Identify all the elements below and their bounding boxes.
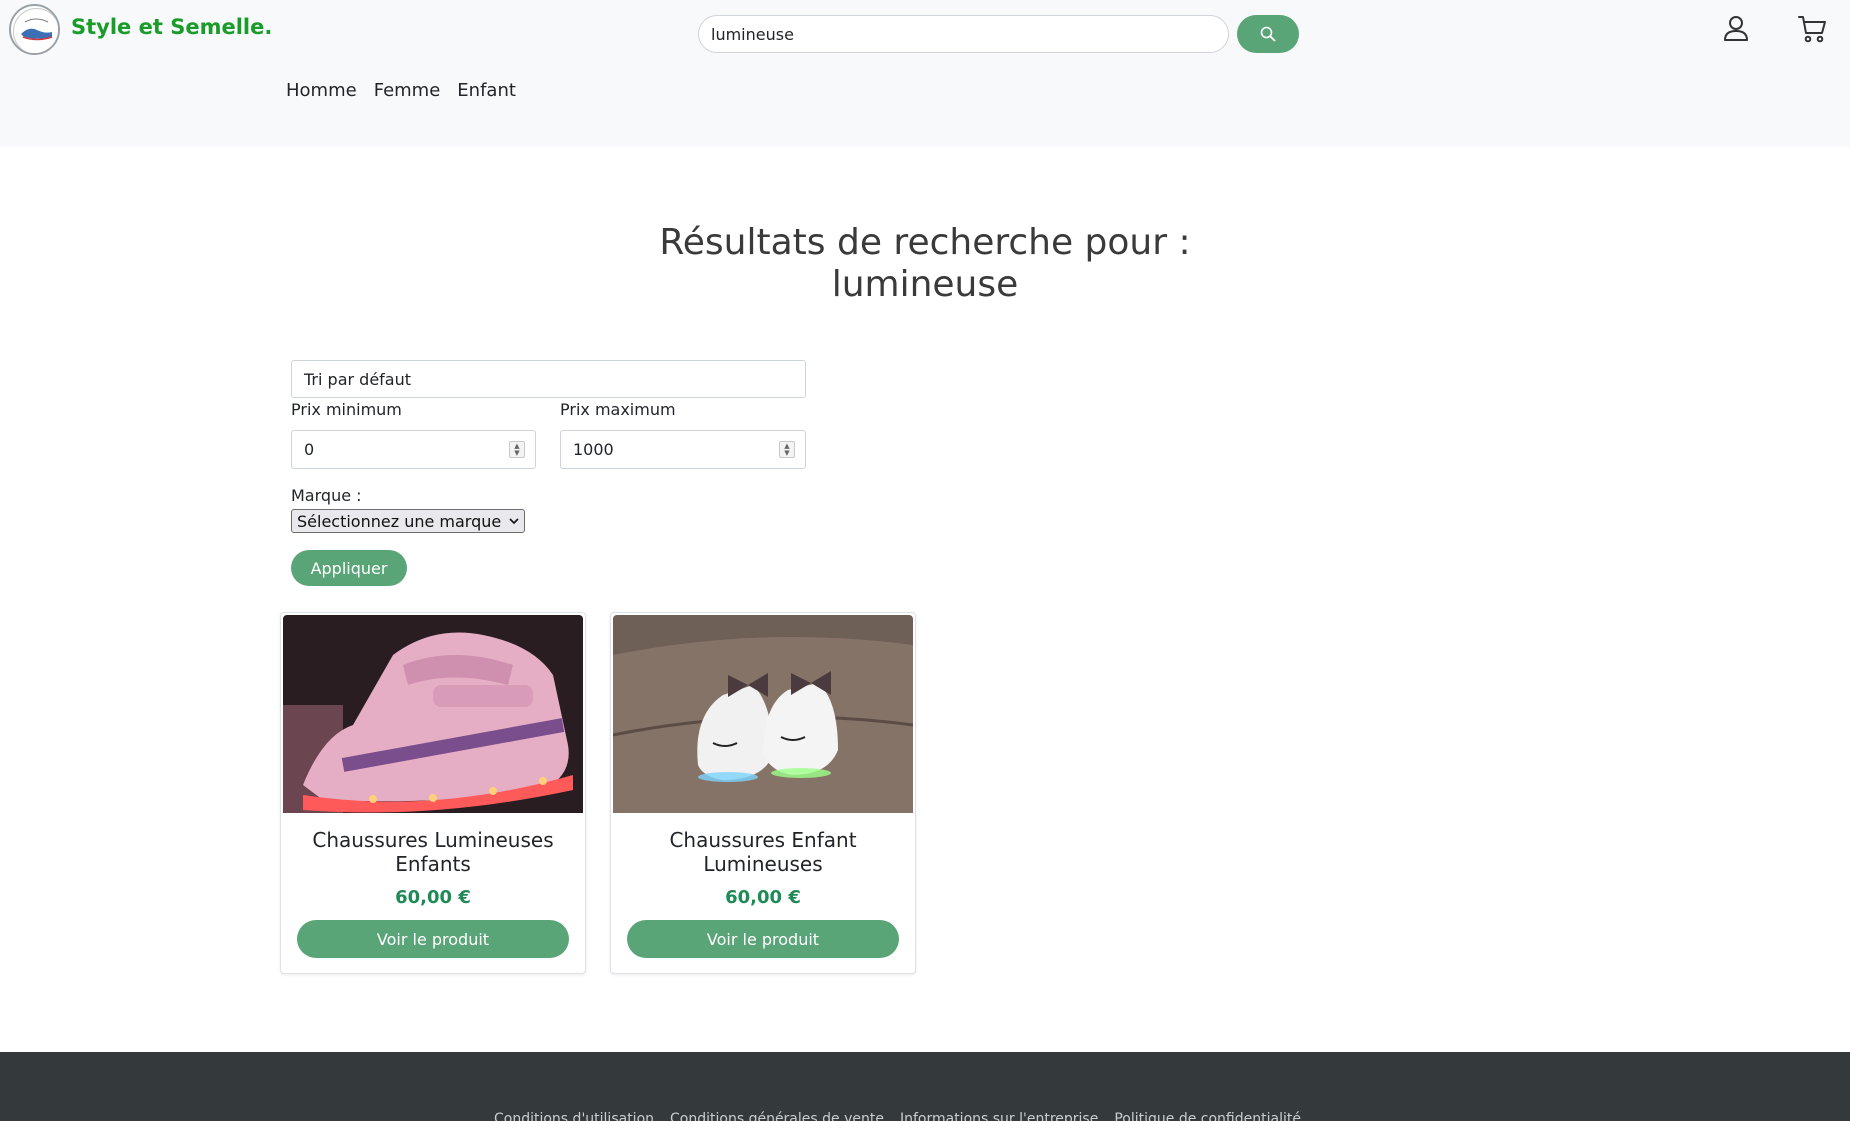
nav-item-femme[interactable]: Femme — [374, 80, 441, 101]
min-price-label: Prix minimum — [291, 400, 402, 419]
product-name[interactable]: Chaussures Enfant Lumineuses — [621, 828, 905, 876]
footer-links: Conditions d'utilisation Conditions géné… — [494, 1111, 1301, 1121]
search-icon — [1260, 26, 1276, 42]
product-price: 60,00 € — [395, 887, 471, 908]
logo-icon[interactable] — [9, 4, 60, 55]
product-price: 60,00 € — [725, 887, 801, 908]
nav-item-enfant[interactable]: Enfant — [457, 80, 516, 101]
page-title: Résultats de recherche pour : lumineuse — [475, 222, 1375, 306]
max-price-value: 1000 — [573, 440, 614, 459]
footer-link-company-info[interactable]: Informations sur l'entreprise — [900, 1111, 1098, 1121]
search-button[interactable] — [1237, 15, 1299, 53]
user-icon[interactable] — [1723, 14, 1749, 42]
site-footer: Conditions d'utilisation Conditions géné… — [0, 1052, 1850, 1121]
footer-link-terms[interactable]: Conditions d'utilisation — [494, 1111, 654, 1121]
apply-filters-button[interactable]: Appliquer — [291, 550, 407, 586]
product-image[interactable] — [283, 615, 583, 813]
min-price-spinner[interactable]: ▲ ▼ — [509, 441, 525, 458]
max-price-input[interactable]: 1000 ▲ ▼ — [560, 430, 806, 469]
product-name[interactable]: Chaussures Lumineuses Enfants — [291, 828, 575, 876]
chevron-down-icon — [509, 517, 519, 524]
product-card: Chaussures Lumineuses Enfants 60,00 € Vo… — [280, 612, 586, 974]
footer-link-privacy[interactable]: Politique de confidentialité — [1114, 1111, 1301, 1121]
max-price-spinner[interactable]: ▲ ▼ — [779, 441, 795, 458]
product-card: Chaussures Enfant Lumineuses 60,00 € Voi… — [610, 612, 916, 974]
footer-link-sales-conditions[interactable]: Conditions générales de vente — [670, 1111, 884, 1121]
view-product-button[interactable]: Voir le produit — [297, 920, 569, 958]
sort-select-value: Tri par défaut — [304, 369, 412, 389]
max-price-label: Prix maximum — [560, 400, 676, 419]
sort-select[interactable]: Tri par défaut — [291, 360, 806, 398]
min-price-input[interactable]: 0 ▲ ▼ — [291, 430, 536, 469]
page-title-line1: Résultats de recherche pour : — [659, 222, 1191, 263]
search-input[interactable] — [698, 15, 1229, 53]
brand-select[interactable]: Sélectionnez une marque — [291, 509, 525, 533]
min-price-value: 0 — [304, 440, 315, 459]
product-image[interactable] — [613, 615, 913, 813]
brand-select-value: Sélectionnez une marque — [297, 511, 502, 531]
page-title-query: lumineuse — [831, 264, 1019, 305]
nav-item-homme[interactable]: Homme — [286, 80, 357, 101]
main-nav: Homme Femme Enfant — [286, 80, 516, 101]
site-header: Style et Semelle. Homme Femme Enfant — [0, 0, 1850, 147]
view-product-button[interactable]: Voir le produit — [627, 920, 899, 958]
cart-icon[interactable] — [1797, 14, 1827, 44]
brand-filter-label: Marque : — [291, 486, 362, 505]
brand-name[interactable]: Style et Semelle. — [71, 15, 272, 39]
